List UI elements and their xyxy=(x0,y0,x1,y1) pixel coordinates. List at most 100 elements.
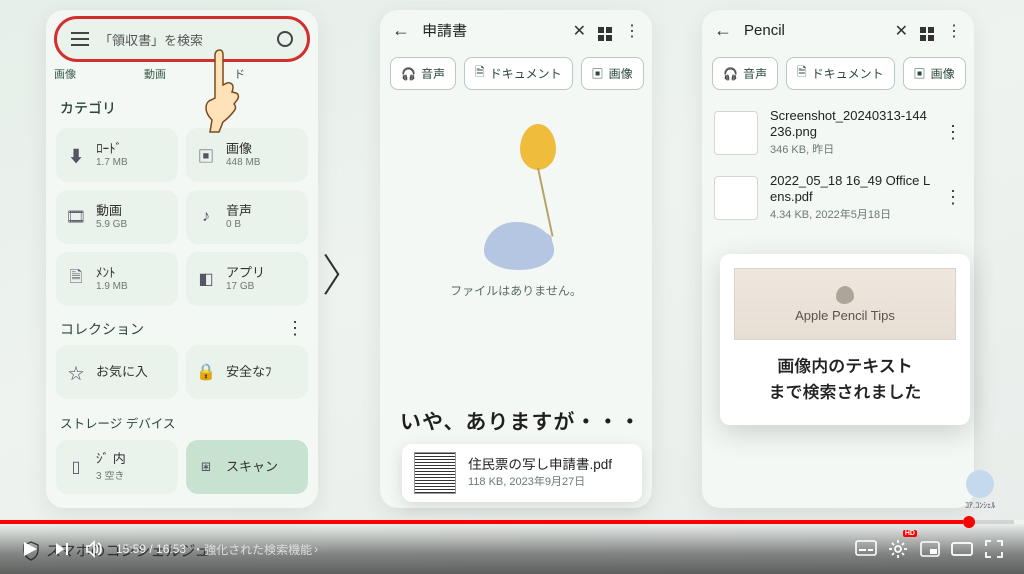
empty-message: ファイルはありません。 xyxy=(450,282,582,299)
clear-icon[interactable]: ✕ xyxy=(573,21,586,41)
file-name: Screenshot_20240313-144236.png xyxy=(770,108,932,139)
image-icon: ▣ xyxy=(196,145,216,165)
overflow-icon[interactable]: ⋮ xyxy=(286,318,304,339)
volume-button[interactable] xyxy=(78,533,110,565)
overflow-icon[interactable]: ⋮ xyxy=(624,21,640,41)
search-placeholder: 「領収書」を検索 xyxy=(99,30,267,49)
chevron-right-icon: › xyxy=(314,542,318,556)
chip-audio[interactable]: 🎧音声 xyxy=(712,57,778,90)
file-meta: 4.34 KB, 2022年5月18日 xyxy=(770,206,932,222)
file-thumbnail xyxy=(414,452,456,494)
search-bar-highlighted[interactable]: 「領収書」を検索 xyxy=(54,16,310,62)
collection-header: コレクション ⋮ xyxy=(46,306,318,345)
grid-view-icon[interactable] xyxy=(920,20,934,41)
scan-button[interactable]: ⧆スキャン xyxy=(186,440,308,494)
hamburger-icon[interactable] xyxy=(71,32,89,46)
video-canvas: 「領収書」を検索 画像 動画 ド カテゴリ ⬇ﾛｰﾄﾞ1.7 MB ▣画像448… xyxy=(0,0,1024,574)
tile-favorites[interactable]: ☆お気に入 xyxy=(56,345,178,399)
filter-chips: 🎧音声 🗎ドキュメント ▣画像 xyxy=(380,51,652,100)
play-button[interactable] xyxy=(14,533,46,565)
back-icon[interactable]: ← xyxy=(392,20,410,41)
tab-video[interactable]: 動画 xyxy=(144,66,166,82)
search-query[interactable]: Pencil xyxy=(744,22,883,39)
next-button[interactable] xyxy=(46,533,78,565)
chip-document[interactable]: 🗎ドキュメント xyxy=(786,57,895,90)
chapter-button[interactable]: ・強化された検索機能› xyxy=(192,541,318,558)
music-icon: ♪ xyxy=(196,207,216,227)
document-icon: 🗎 xyxy=(475,63,485,84)
tile-videos[interactable]: 🎞動画5.9 GB xyxy=(56,190,178,244)
section-heading-collection: コレクション xyxy=(60,319,144,339)
document-icon: 🗎 xyxy=(66,269,86,289)
grid-view-icon[interactable] xyxy=(598,20,612,41)
search-query[interactable]: 申請書 xyxy=(422,20,561,41)
arrow-right-icon: 〉 xyxy=(322,240,366,304)
tile-audio[interactable]: ♪音声0 B xyxy=(186,190,308,244)
back-icon[interactable]: ← xyxy=(714,20,732,41)
document-icon: 🗎 xyxy=(797,63,807,84)
lock-icon: 🔒 xyxy=(196,362,216,382)
empty-state: ファイルはありません。 xyxy=(380,124,652,299)
clear-icon[interactable]: ✕ xyxy=(895,21,908,41)
ocr-preview-card: Apple Pencil Tips 画像内のテキスト まで検索されました xyxy=(720,254,970,425)
section-heading-category: カテゴリ xyxy=(46,88,318,128)
apps-icon: ◧ xyxy=(196,269,216,289)
filter-tabs: 画像 動画 ド xyxy=(46,66,318,82)
overflow-icon[interactable]: ⋮ xyxy=(946,21,962,41)
file-thumbnail xyxy=(714,176,758,220)
tile-safe-folder[interactable]: 🔒安全なﾌ xyxy=(186,345,308,399)
section-heading-storage: ストレージ デバイス xyxy=(46,399,318,440)
star-icon: ☆ xyxy=(66,362,86,382)
video-icon: 🎞 xyxy=(66,207,86,227)
settings-button[interactable]: HD xyxy=(882,533,914,565)
chip-audio[interactable]: 🎧音声 xyxy=(390,57,456,90)
phone-files-home: 「領収書」を検索 画像 動画 ド カテゴリ ⬇ﾛｰﾄﾞ1.7 MB ▣画像448… xyxy=(46,10,318,508)
scan-icon: ⧆ xyxy=(196,457,216,477)
desktop-shortcut[interactable]: ｺｱ.ｺﾝｼｪﾙ xyxy=(960,470,1000,511)
globe-icon xyxy=(966,470,994,498)
fullscreen-button[interactable] xyxy=(978,533,1010,565)
search-topbar: ← 申請書 ✕ ⋮ xyxy=(380,10,652,51)
file-thumbnail xyxy=(714,111,758,155)
file-meta: 118 KB, 2023年9月27日 xyxy=(468,473,612,489)
search-icon[interactable] xyxy=(277,31,293,47)
file-name: 2022_05_18 16_49 Office Lens.pdf xyxy=(770,173,932,204)
tile-downloads[interactable]: ⬇ﾛｰﾄﾞ1.7 MB xyxy=(56,128,178,182)
file-row[interactable]: Screenshot_20240313-144236.png 346 KB, 昨… xyxy=(702,100,974,165)
search-topbar: ← Pencil ✕ ⋮ xyxy=(702,10,974,51)
tile-images[interactable]: ▣画像448 MB xyxy=(186,128,308,182)
image-icon: ▣ xyxy=(914,65,926,82)
preview-image-caption: Apple Pencil Tips xyxy=(795,308,895,323)
chip-image[interactable]: ▣画像 xyxy=(581,57,644,90)
chip-document[interactable]: 🗎ドキュメント xyxy=(464,57,573,90)
annotation-caption: いや、ありますが・・・ xyxy=(400,406,641,436)
file-row[interactable]: 2022_05_18 16_49 Office Lens.pdf 4.34 KB… xyxy=(702,165,974,230)
subtitles-button[interactable] xyxy=(850,533,882,565)
theater-button[interactable] xyxy=(946,533,978,565)
hd-badge: HD xyxy=(903,530,917,537)
file-meta: 346 KB, 昨日 xyxy=(770,141,932,157)
headphone-icon: 🎧 xyxy=(723,67,738,81)
apple-logo-icon xyxy=(836,286,854,304)
preview-image: Apple Pencil Tips xyxy=(734,268,956,340)
found-file-card: 住民票の写し申請書.pdf 118 KB, 2023年9月27日 xyxy=(402,444,642,502)
tab-doc[interactable]: ド xyxy=(234,66,245,82)
tile-documents[interactable]: 🗎ﾒﾝﾄ1.9 MB xyxy=(56,252,178,306)
download-icon: ⬇ xyxy=(66,145,86,165)
more-icon[interactable]: ⋮ xyxy=(944,122,962,143)
image-icon: ▣ xyxy=(592,65,604,82)
chip-image[interactable]: ▣画像 xyxy=(903,57,966,90)
player-controls: 15:59 / 16:53 ・強化された検索機能› HD xyxy=(0,524,1024,574)
tile-apps[interactable]: ◧アプリ17 GB xyxy=(186,252,308,306)
annotation-line-2: まで検索されました xyxy=(730,380,960,406)
file-name: 住民票の写し申請書.pdf xyxy=(468,457,612,474)
more-icon[interactable]: ⋮ xyxy=(944,187,962,208)
annotation-line-1: 画像内のテキスト xyxy=(730,354,960,380)
tab-image[interactable]: 画像 xyxy=(54,66,76,82)
headphone-icon: 🎧 xyxy=(401,67,416,81)
empty-illustration xyxy=(456,124,576,274)
time-display: 15:59 / 16:53 xyxy=(116,542,186,556)
miniplayer-button[interactable] xyxy=(914,533,946,565)
category-grid: ⬇ﾛｰﾄﾞ1.7 MB ▣画像448 MB 🎞動画5.9 GB ♪音声0 B 🗎… xyxy=(46,128,318,306)
tile-internal-storage[interactable]: ▯ｼﾞ 内3 空き xyxy=(56,440,178,494)
